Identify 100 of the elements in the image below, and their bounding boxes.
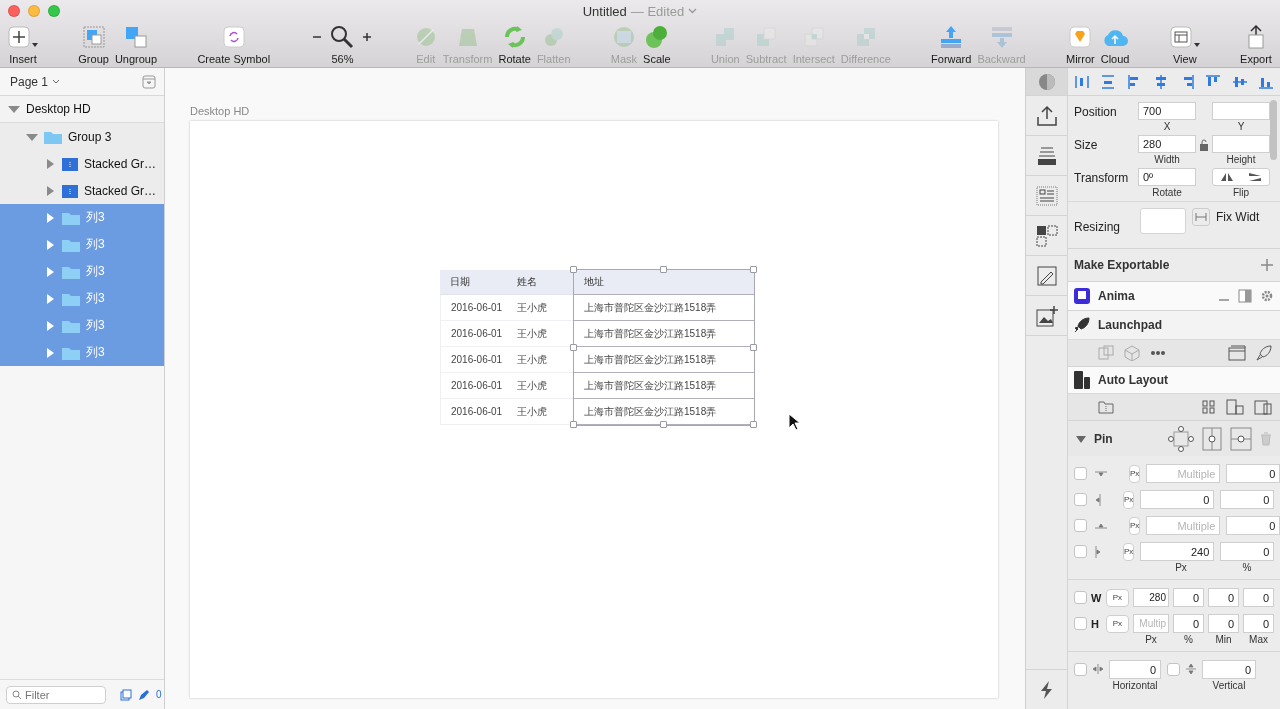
pixel-field[interactable]: Multiple bbox=[1146, 464, 1221, 483]
pixel-field[interactable]: Multiple bbox=[1146, 516, 1221, 535]
max-field[interactable]: 0 bbox=[1243, 614, 1274, 633]
checkbox[interactable] bbox=[1074, 467, 1087, 480]
flip-horizontal-icon[interactable] bbox=[1221, 172, 1233, 182]
resize-handle[interactable] bbox=[570, 266, 577, 273]
table-column[interactable]: 日期 2016-06-01 2016-06-01 2016-06-01 2016-06-01 2016-06-01 bbox=[440, 270, 507, 425]
collapse-icon[interactable] bbox=[142, 74, 156, 89]
page-selector[interactable]: Page 1 bbox=[10, 74, 61, 89]
chevron-down-icon[interactable] bbox=[688, 8, 698, 14]
fix-width-toggle[interactable] bbox=[1192, 208, 1210, 226]
toolbar-button[interactable]: Export bbox=[1238, 24, 1274, 65]
plus-icon[interactable] bbox=[1260, 258, 1274, 272]
max-field[interactable]: 0 bbox=[1243, 588, 1274, 607]
browser-window-icon[interactable] bbox=[1228, 345, 1246, 361]
artboard-title[interactable]: Desktop HD bbox=[190, 105, 250, 117]
rocket-icon[interactable] bbox=[1256, 345, 1272, 361]
trash-icon[interactable] bbox=[1260, 431, 1272, 446]
resize-handle[interactable] bbox=[660, 266, 667, 273]
pixel-field[interactable]: 240 bbox=[1140, 542, 1215, 561]
flip-vertical-icon[interactable] bbox=[1249, 172, 1261, 182]
table-column[interactable]: 地址 上海市普陀区金沙江路1518弄 上海市普陀区金沙江路1518弄 上海市普陀区金沙江路1518弄 上海市普陀区金沙江路1518弄 上海市普陀区金沙江路1518弄 bbox=[574, 270, 754, 425]
pixel-field[interactable]: 0 bbox=[1140, 490, 1215, 509]
toolbar-button[interactable]: Rotate bbox=[496, 24, 533, 65]
grid-icon[interactable] bbox=[1202, 400, 1216, 414]
disclosure-icon[interactable] bbox=[44, 346, 56, 359]
table-column[interactable]: 姓名 王小虎 王小虎 王小虎 王小虎 王小虎 bbox=[507, 270, 574, 425]
toolbar-button[interactable]: Cloud bbox=[1098, 24, 1132, 65]
add-image-icon[interactable] bbox=[1035, 304, 1058, 327]
percent-field[interactable]: 0 bbox=[1173, 588, 1204, 607]
percent-field[interactable]: 0 bbox=[1220, 490, 1275, 509]
x-field[interactable]: 700 bbox=[1138, 102, 1196, 120]
component-icon[interactable] bbox=[1035, 224, 1058, 247]
filter-field[interactable]: Filter bbox=[6, 685, 106, 704]
checkbox[interactable] bbox=[1074, 591, 1087, 604]
rotate-field[interactable]: 0º bbox=[1138, 168, 1196, 186]
unit-button[interactable]: Px bbox=[1123, 490, 1135, 509]
resize-handle[interactable] bbox=[750, 343, 757, 351]
disclosure-icon[interactable] bbox=[44, 157, 56, 170]
pixel-field[interactable]: 280 bbox=[1133, 588, 1169, 607]
disclosure-icon[interactable] bbox=[44, 238, 56, 251]
percent-field[interactable]: 0 bbox=[1173, 614, 1204, 633]
toolbar-button[interactable]: Mirror bbox=[1064, 24, 1097, 65]
tablet-phone-icon[interactable] bbox=[1254, 399, 1272, 415]
width-field[interactable]: 280 bbox=[1138, 135, 1196, 153]
distribute-vertical-icon[interactable] bbox=[1100, 73, 1117, 90]
unit-button[interactable]: Px bbox=[1105, 614, 1129, 633]
pen-icon[interactable] bbox=[138, 688, 150, 701]
upload-icon[interactable] bbox=[1035, 104, 1058, 127]
unit-button[interactable]: Px bbox=[1105, 588, 1129, 607]
lightning-icon[interactable] bbox=[1039, 680, 1054, 699]
disclosure-icon[interactable] bbox=[44, 265, 56, 278]
layer-item[interactable]: Stacked Gr… bbox=[0, 177, 164, 204]
resize-handle[interactable] bbox=[750, 421, 757, 428]
resizing-control[interactable] bbox=[1140, 208, 1186, 234]
resize-handle[interactable] bbox=[750, 266, 757, 273]
checkbox[interactable] bbox=[1074, 545, 1087, 558]
unit-button[interactable]: Px bbox=[1129, 516, 1141, 535]
disclosure-icon[interactable] bbox=[44, 211, 56, 224]
disclosure-icon[interactable] bbox=[1076, 433, 1086, 444]
folder-outline-icon[interactable] bbox=[1098, 400, 1114, 414]
spacing-field[interactable]: 0 bbox=[1202, 660, 1256, 679]
unit-button[interactable]: Px bbox=[1123, 542, 1135, 561]
flip-control[interactable] bbox=[1212, 168, 1270, 186]
unit-button[interactable]: Px bbox=[1129, 464, 1141, 483]
toolbar-button[interactable]: Forward bbox=[929, 24, 974, 65]
copy-icon[interactable] bbox=[120, 688, 132, 701]
checkbox[interactable] bbox=[1074, 493, 1087, 506]
phone-tablet-icon[interactable] bbox=[1226, 399, 1244, 415]
layer-item[interactable]: Group 3 bbox=[0, 123, 164, 150]
toolbar-menu-button[interactable]: View bbox=[1167, 24, 1202, 65]
settings-icon[interactable] bbox=[1260, 289, 1274, 303]
distribute-horizontal-icon[interactable] bbox=[1074, 73, 1090, 90]
pin-all-icon[interactable] bbox=[1168, 425, 1194, 452]
scrollbar[interactable] bbox=[1270, 100, 1277, 160]
checkbox[interactable] bbox=[1167, 663, 1180, 676]
toolbar-button[interactable]: Ungroup bbox=[112, 24, 160, 65]
checkbox[interactable] bbox=[1074, 663, 1087, 676]
cube-icon[interactable] bbox=[1124, 345, 1140, 361]
resize-handle[interactable] bbox=[570, 421, 577, 428]
disclosure-icon[interactable] bbox=[44, 319, 56, 332]
zoom-button[interactable] bbox=[48, 5, 60, 17]
minimize-button[interactable] bbox=[28, 5, 40, 17]
toolbar-menu-button[interactable]: Insert bbox=[6, 24, 40, 65]
disclosure-icon[interactable] bbox=[44, 184, 56, 197]
form-icon[interactable] bbox=[1035, 184, 1058, 207]
more-icon[interactable] bbox=[1150, 350, 1166, 356]
panel-toggle-icon[interactable] bbox=[1238, 289, 1252, 303]
resize-handle[interactable] bbox=[570, 343, 577, 351]
percent-field[interactable]: 0 bbox=[1226, 464, 1280, 483]
layers-icon[interactable] bbox=[1035, 144, 1058, 167]
spacing-field[interactable]: 0 bbox=[1109, 660, 1161, 679]
lock-icon[interactable] bbox=[1199, 139, 1209, 151]
resize-handle[interactable] bbox=[660, 421, 667, 428]
min-field[interactable]: 0 bbox=[1208, 588, 1239, 607]
percent-field[interactable]: 0 bbox=[1226, 516, 1280, 535]
pixel-field[interactable]: Multip bbox=[1133, 614, 1169, 633]
link-box-icon[interactable] bbox=[1098, 345, 1114, 361]
pin-horizontal-icon[interactable] bbox=[1230, 426, 1252, 451]
disclosure-icon[interactable] bbox=[44, 292, 56, 305]
